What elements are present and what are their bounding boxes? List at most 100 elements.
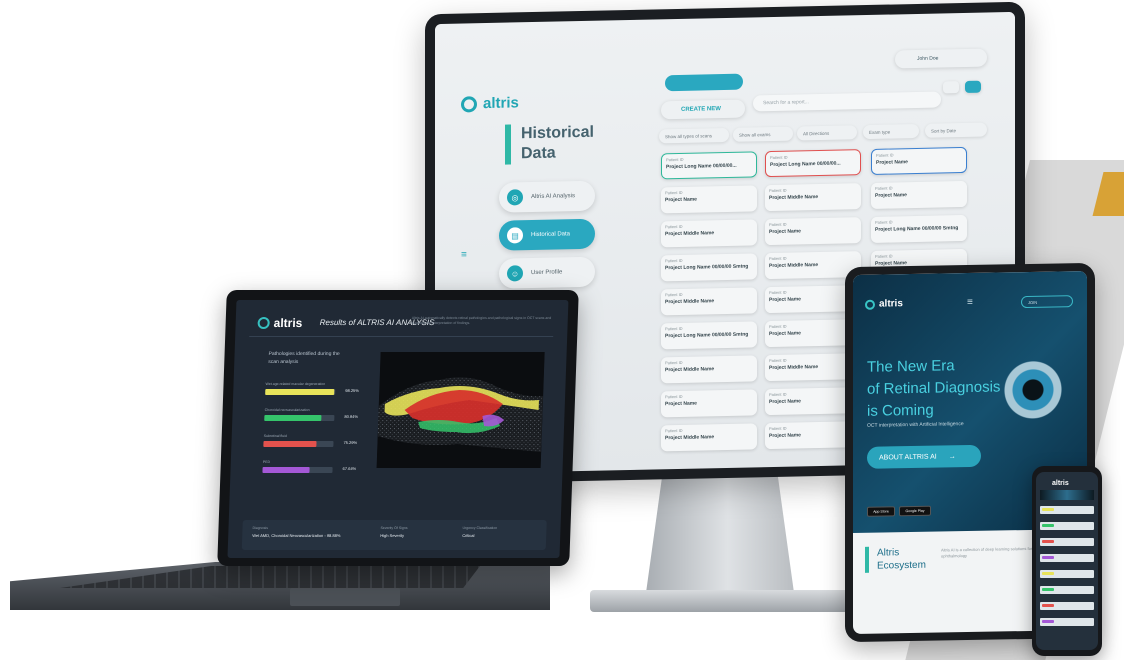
finding-label: PED <box>262 460 271 464</box>
phone-list-item[interactable] <box>1040 570 1094 578</box>
finding-row: Wet age-related macular degeneration 98.2… <box>265 382 365 395</box>
card-title: Project Middle Name <box>769 364 819 372</box>
phone-list-item[interactable] <box>1040 538 1094 546</box>
card-title: Project Middle Name <box>769 262 819 270</box>
about-altris-button[interactable]: ABOUT ALTRIS AI → <box>867 444 981 469</box>
laptop-touchpad <box>290 588 400 606</box>
sort-select[interactable]: Sort by Date <box>925 122 987 138</box>
report-card[interactable]: Patient ID Project Long Name 00/00/00... <box>661 151 757 180</box>
search-input[interactable]: Search for a report... <box>753 91 941 112</box>
phone-color-swatch <box>1042 524 1054 527</box>
create-new-button[interactable]: CREATE NEW <box>661 99 745 120</box>
laptop: altris Results of ALTRIS AI ANALYSIS Alt… <box>217 290 579 566</box>
phone-list-item[interactable] <box>1040 618 1094 626</box>
divider <box>249 336 554 337</box>
folder-icon: ▤ <box>507 227 523 244</box>
finding-label: Subretinal fluid <box>263 434 287 438</box>
report-card[interactable]: Patient ID Project Middle Name <box>661 423 757 452</box>
nav-user-profile[interactable]: ☺ User Profile <box>499 256 595 289</box>
analysis-icon: ◎ <box>507 189 523 206</box>
ecosystem-heading: Altris Ecosystem <box>865 545 926 573</box>
filter-directions[interactable]: All Directions <box>797 125 857 141</box>
phone-list-item[interactable] <box>1040 506 1094 514</box>
urgency-field: Urgency Classification Critical <box>462 526 498 538</box>
card-id-label: Patient ID <box>665 427 683 434</box>
finding-row: Choroidal neovascularization 80.94% <box>264 408 364 421</box>
finding-bar-fill <box>264 415 322 421</box>
finding-bar-fill <box>262 467 310 473</box>
card-id-label: Patient ID <box>769 425 787 432</box>
status-pill[interactable] <box>665 73 743 92</box>
finding-bar <box>262 467 333 473</box>
report-card[interactable]: Patient ID Project Middle Name <box>765 183 861 212</box>
card-id-label: Patient ID <box>665 223 683 230</box>
phone-color-swatch <box>1042 540 1054 543</box>
menu-icon[interactable]: ≡ <box>461 249 467 260</box>
phone-scan-image <box>1040 490 1094 500</box>
finding-bar-fill <box>263 441 317 447</box>
user-icon: ☺ <box>507 265 523 282</box>
report-card[interactable]: Patient IDProject Name <box>765 217 861 246</box>
card-id-label: Patient ID <box>875 219 893 225</box>
report-card[interactable]: Patient ID Project Long Name 00/00/00... <box>765 149 861 178</box>
card-title: Project Long Name 00/00/00... <box>666 162 737 171</box>
nav-historical-data[interactable]: ▤ Historical Data <box>499 218 595 251</box>
monitor-stand-base <box>590 590 850 612</box>
report-card[interactable]: Patient IDProject Name <box>661 185 757 214</box>
phone-list-item[interactable] <box>1040 602 1094 610</box>
report-card[interactable]: Patient IDProject Name <box>661 389 757 418</box>
report-card[interactable]: Patient ID Project Middle Name <box>661 287 757 316</box>
report-card[interactable]: Patient ID Project Middle Name <box>661 355 757 384</box>
smartphone: altris <box>1032 466 1102 656</box>
filter-exams[interactable]: Show all exams <box>733 126 793 142</box>
report-card[interactable]: Patient ID Project Long Name 00/00/00 Smt… <box>871 214 967 243</box>
card-id-label: Patient ID <box>665 291 683 298</box>
card-title: Project Name <box>665 400 697 408</box>
card-title: Project Long Name 00/00/00 Smtng <box>665 263 749 272</box>
diagnosis-field: Diagnosis Wet AMD, Choroidal Neovasculari… <box>252 526 341 538</box>
tablet-logo[interactable]: altris <box>865 298 903 310</box>
monitor-logo[interactable]: altris <box>461 94 519 112</box>
phone-list-item[interactable] <box>1040 522 1094 530</box>
hero-heading: The New Era of Retinal Diagnosis is Coming <box>867 357 1001 420</box>
card-title: Project Long Name 00/00/00... <box>770 160 841 169</box>
google-play-badge[interactable]: Google Play <box>899 505 931 517</box>
logo-icon <box>461 95 477 113</box>
card-id-label: Patient ID <box>665 257 683 264</box>
list-view-icon[interactable] <box>943 81 959 94</box>
phone-color-swatch <box>1042 556 1054 559</box>
monitor-stand <box>645 470 795 600</box>
severity-field: Severity Of Signs High Severity <box>380 526 408 538</box>
card-id-label: Patient ID <box>665 325 683 332</box>
join-button[interactable]: JOIN <box>1021 295 1073 309</box>
report-card[interactable]: Patient ID Project Long Name 00/00/00 Smt… <box>661 253 757 282</box>
card-title: Project Long Name 00/00/00 Smtng <box>665 331 749 340</box>
results-description: Altris AI automatically detects retinal … <box>411 316 552 325</box>
card-id-label: Patient ID <box>769 391 787 398</box>
filter-scan-type[interactable]: Show all types of scans <box>659 127 729 144</box>
phone-color-swatch <box>1042 508 1054 511</box>
report-card[interactable]: Patient ID Project Long Name 00/00/00 Smt… <box>661 321 757 350</box>
report-card[interactable]: Patient IDProject Name <box>871 180 967 209</box>
phone-list-item[interactable] <box>1040 554 1094 562</box>
card-id-label: Patient ID <box>665 393 683 400</box>
phone-list-item[interactable] <box>1040 586 1094 594</box>
grid-view-icon[interactable] <box>965 80 981 93</box>
phone-color-swatch <box>1042 572 1054 575</box>
filter-exam-type[interactable]: Exam type <box>863 123 919 140</box>
finding-row: PED 67.64% <box>262 460 362 473</box>
card-id-label: Patient ID <box>666 156 684 163</box>
card-id-label: Patient ID <box>769 289 787 296</box>
laptop-logo[interactable]: altris <box>257 316 303 330</box>
report-card[interactable]: Patient ID Project Middle Name <box>661 219 757 248</box>
nav-analysis[interactable]: ◎ Altris AI Analysis <box>499 180 595 213</box>
report-card[interactable]: Patient IDProject Name <box>871 146 967 175</box>
card-id-label: Patient ID <box>769 323 787 330</box>
report-grid: Patient ID Project Long Name 00/00/00... P… <box>435 12 1015 452</box>
app-store-badge[interactable]: App Store <box>867 506 895 517</box>
menu-icon[interactable]: ≡ <box>967 297 973 308</box>
user-menu[interactable]: John Doe <box>895 48 987 69</box>
card-title: Project Name <box>769 296 801 304</box>
laptop-screen: altris Results of ALTRIS AI ANALYSIS Alt… <box>227 300 569 558</box>
card-id-label: Patient ID <box>769 357 787 364</box>
